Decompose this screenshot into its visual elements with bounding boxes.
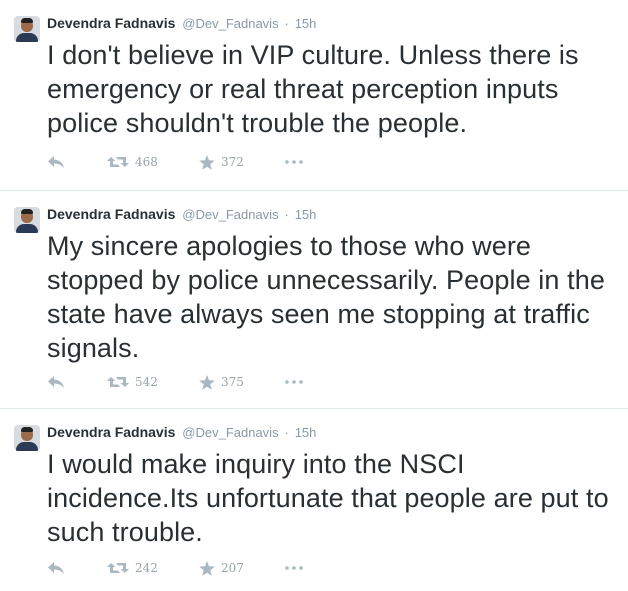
author-name[interactable]: Devendra Fadnavis (47, 15, 175, 31)
author-handle[interactable]: @Dev_Fadnavis (182, 425, 278, 440)
more-button[interactable] (285, 566, 303, 570)
reply-icon (48, 376, 64, 388)
timestamp[interactable]: 15h (295, 207, 317, 222)
tweet-actions: 242 207 (47, 558, 303, 578)
avatar[interactable] (14, 425, 40, 451)
tweet-header: Devendra Fadnavis @Dev_Fadnavis · 15h (47, 423, 316, 442)
favorite-button[interactable]: 372 (199, 154, 285, 170)
tweet-header: Devendra Fadnavis @Dev_Fadnavis · 15h (47, 205, 316, 224)
tweet-text: I don't believe in VIP culture. Unless t… (47, 40, 579, 138)
avatar[interactable] (14, 16, 40, 42)
author-handle[interactable]: @Dev_Fadnavis (182, 207, 278, 222)
star-icon (199, 374, 215, 390)
retweet-button[interactable]: 242 (107, 561, 199, 575)
tweet[interactable]: Devendra Fadnavis @Dev_Fadnavis · 15h My… (0, 190, 628, 408)
star-icon (199, 560, 215, 576)
reply-button[interactable] (47, 155, 107, 169)
tweet-text: I would make inquiry into the NSCI incid… (47, 449, 609, 547)
more-dots-icon (285, 566, 303, 570)
tweet-actions: 468 372 (47, 152, 303, 172)
timestamp[interactable]: 15h (295, 425, 317, 440)
tweet-actions: 542 375 (47, 372, 303, 392)
author-name[interactable]: Devendra Fadnavis (47, 424, 175, 440)
favorite-count: 375 (221, 375, 244, 389)
favorite-button[interactable]: 207 (199, 560, 285, 576)
reply-button[interactable] (47, 561, 107, 575)
retweet-icon (107, 563, 129, 573)
retweet-count: 468 (135, 155, 158, 169)
favorite-count: 207 (221, 561, 244, 575)
retweet-icon (107, 157, 129, 167)
more-dots-icon (285, 380, 303, 384)
more-dots-icon (285, 160, 303, 164)
retweet-count: 542 (135, 375, 158, 389)
star-icon (199, 154, 215, 170)
tweet-text: My sincere apologies to those who were s… (47, 231, 605, 363)
separator-dot: · (284, 425, 289, 440)
more-button[interactable] (285, 380, 303, 384)
separator-dot: · (284, 207, 289, 222)
timestamp[interactable]: 15h (295, 16, 317, 31)
reply-icon (48, 562, 64, 574)
avatar[interactable] (14, 207, 40, 233)
separator-dot: · (284, 16, 289, 31)
more-button[interactable] (285, 160, 303, 164)
tweet-header: Devendra Fadnavis @Dev_Fadnavis · 15h (47, 14, 316, 33)
favorite-count: 372 (221, 155, 244, 169)
retweet-icon (107, 377, 129, 387)
retweet-button[interactable]: 542 (107, 375, 199, 389)
tweet-timeline: Devendra Fadnavis @Dev_Fadnavis · 15h I … (0, 0, 628, 591)
tweet[interactable]: Devendra Fadnavis @Dev_Fadnavis · 15h I … (0, 0, 628, 190)
retweet-count: 242 (135, 561, 158, 575)
author-handle[interactable]: @Dev_Fadnavis (182, 16, 278, 31)
favorite-button[interactable]: 375 (199, 374, 285, 390)
tweet[interactable]: Devendra Fadnavis @Dev_Fadnavis · 15h I … (0, 408, 628, 591)
retweet-button[interactable]: 468 (107, 155, 199, 169)
author-name[interactable]: Devendra Fadnavis (47, 206, 175, 222)
reply-button[interactable] (47, 375, 107, 389)
reply-icon (48, 156, 64, 168)
